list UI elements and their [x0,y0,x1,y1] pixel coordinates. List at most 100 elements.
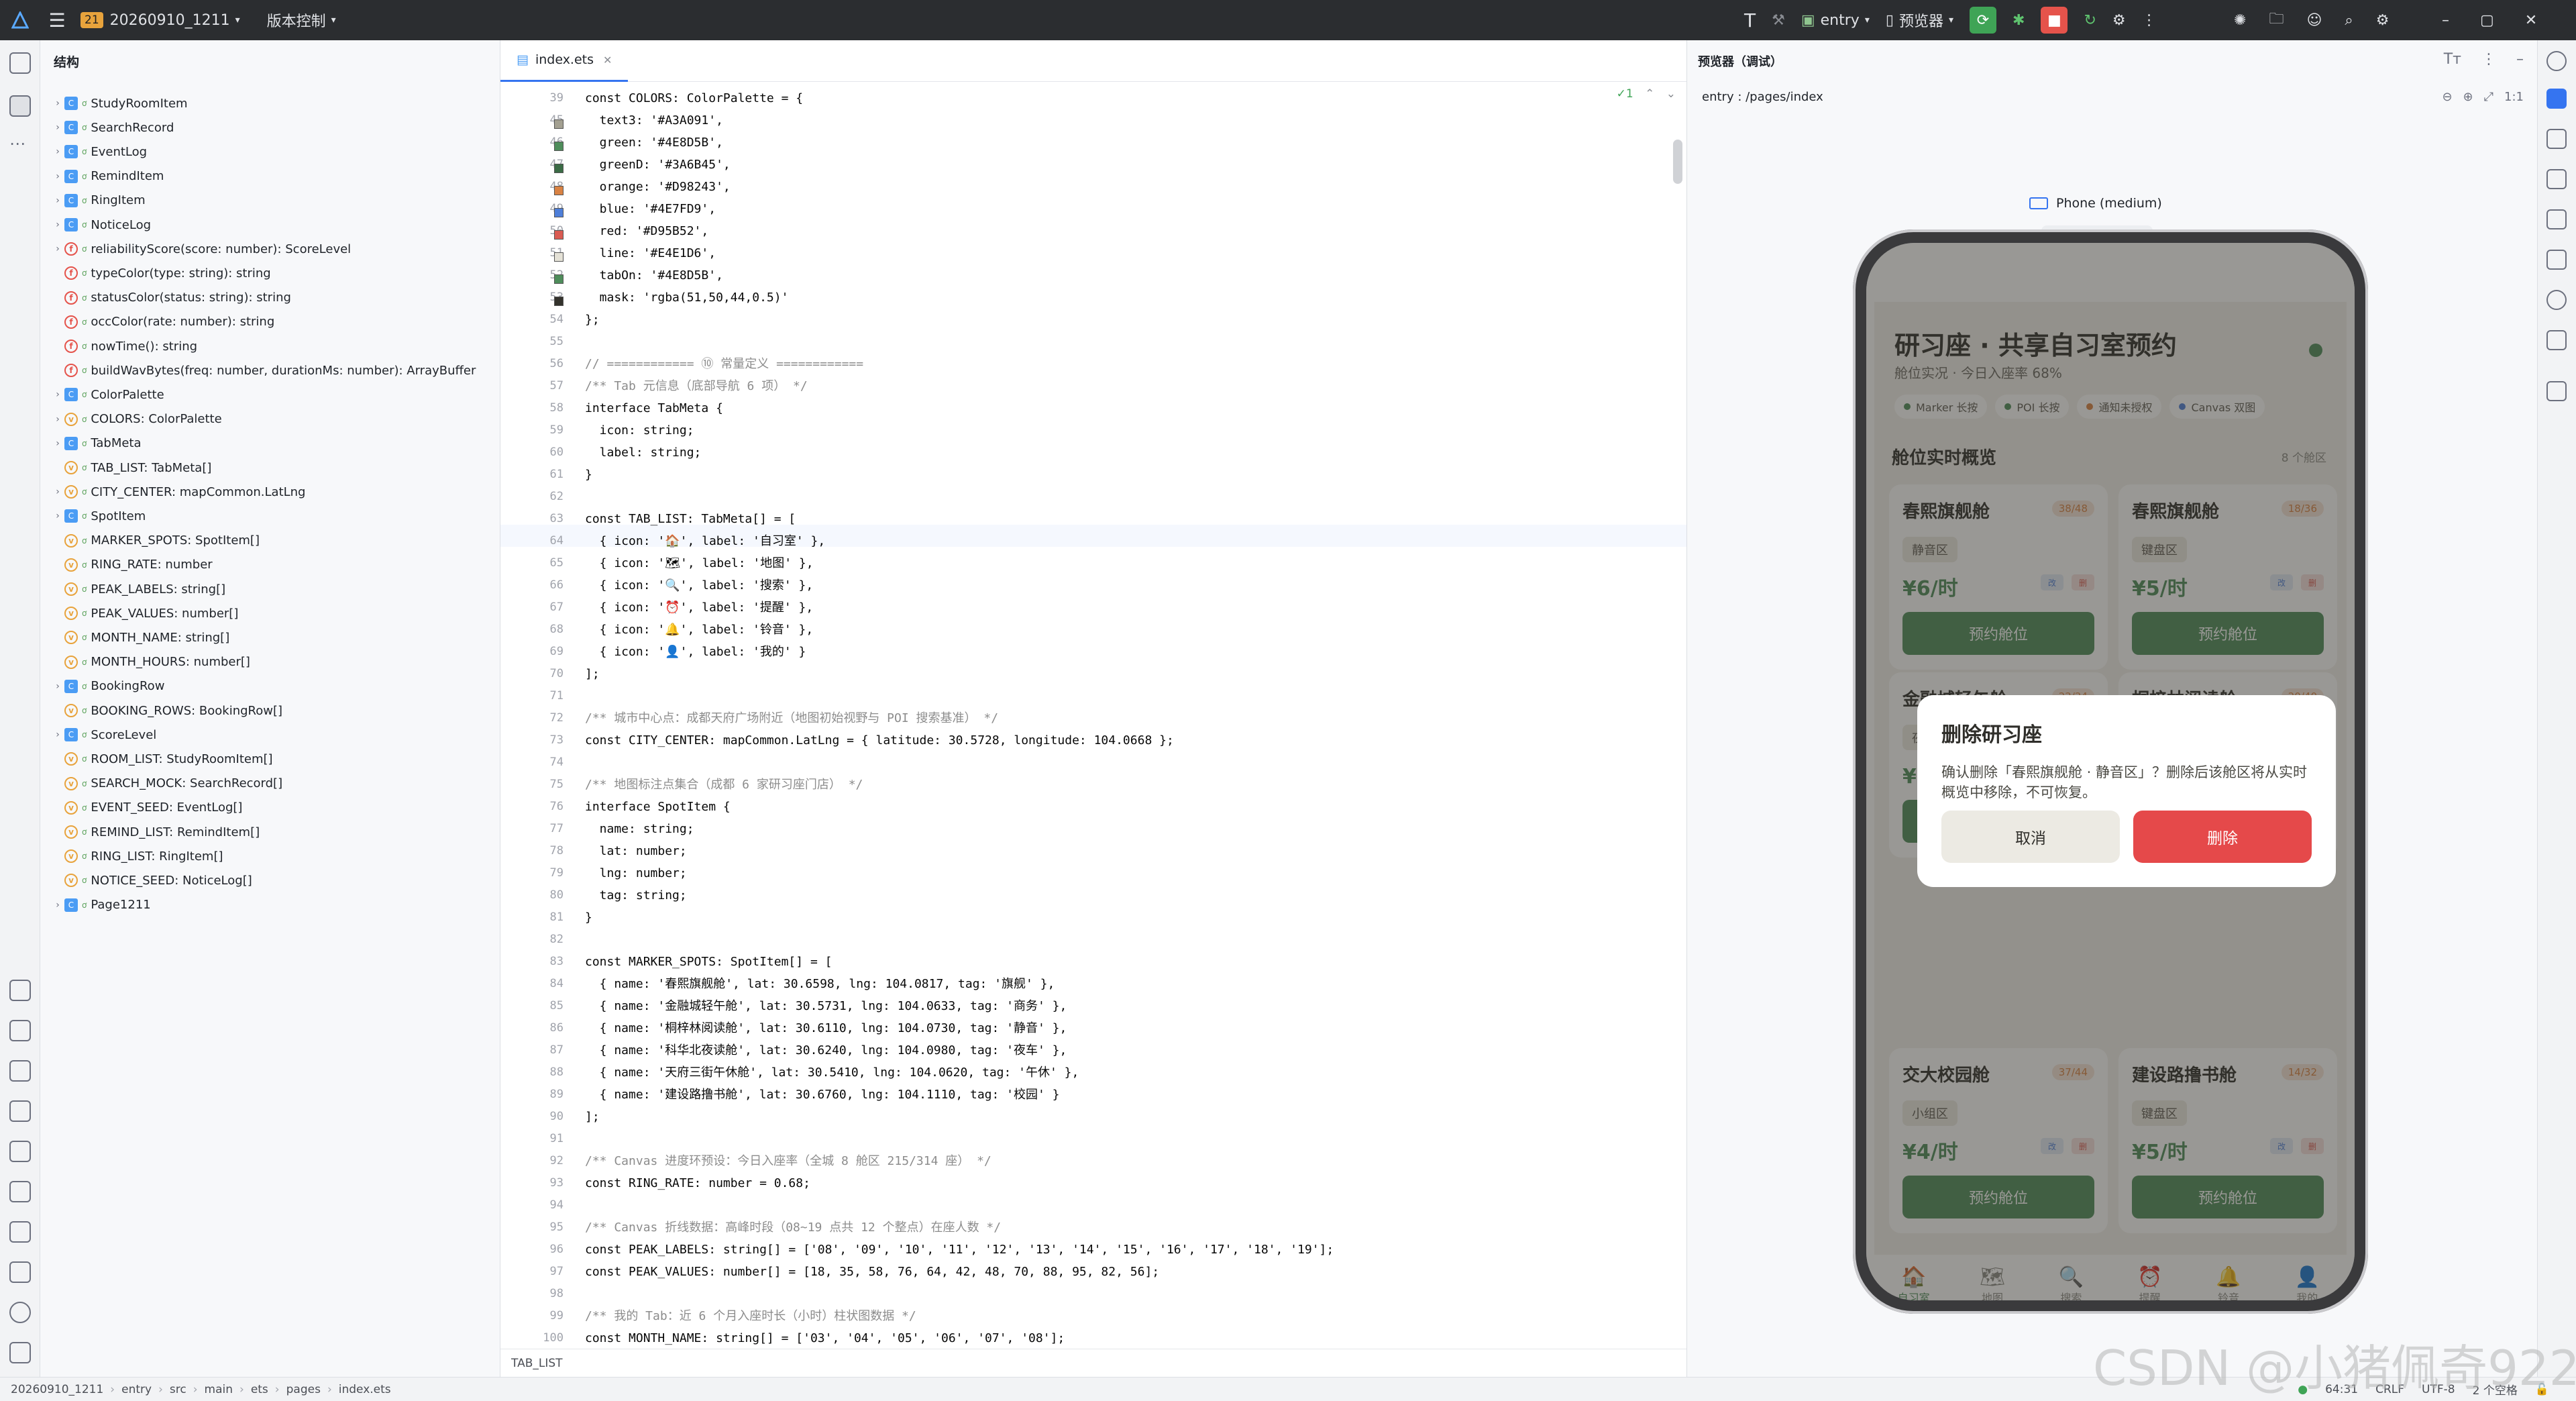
structure-item[interactable]: › Cơ RingItem [51,189,145,213]
text-tool-icon[interactable]: T [1744,9,1756,32]
structure-item[interactable]: › Cơ ColorPalette [51,382,164,407]
code-line[interactable]: // ============ ⑩ 常量定义 ============ [585,353,863,375]
structure-item[interactable]: › Cơ Page1211 [51,893,151,917]
code-line[interactable]: { icon: '🏠', label: '自习室' }, [585,530,826,552]
project-folder-icon[interactable] [9,52,31,74]
chevron-right-icon[interactable]: › [51,389,64,400]
structure-item[interactable]: › Cơ SpotItem [51,504,146,528]
maximize-icon[interactable]: ▢ [2480,12,2494,29]
structure-item[interactable]: › Cơ StudyRoomItem [51,91,187,115]
breadcrumb-item[interactable]: entry [121,1383,152,1396]
chevron-down-icon[interactable]: ⌄ [1666,87,1676,101]
code-line[interactable]: { icon: '⏰', label: '提醒' }, [585,596,814,619]
chevron-right-icon[interactable]: › [51,729,64,740]
structure-item[interactable]: › Cơ NoticeLog [51,213,151,237]
structure-item[interactable]: › Cơ ScoreLevel [51,723,156,747]
code-line[interactable]: const MONTH_NAME: string[] = ['03', '04'… [585,1327,1065,1349]
breadcrumb-item[interactable]: src [170,1383,186,1396]
code-line[interactable]: orange: '#D98243', [585,176,731,198]
breadcrumb-item[interactable]: 20260910_1211 [11,1383,103,1396]
structure-item[interactable]: v ơ RING_LIST: RingItem[] [51,844,223,868]
code-line[interactable]: { name: '桐梓林阅读舱', lat: 30.6110, lng: 104… [585,1017,1067,1039]
editor-scrollbar[interactable] [1673,140,1682,184]
structure-icon[interactable] [9,95,31,117]
code-line[interactable]: const RING_RATE: number = 0.68; [585,1172,810,1194]
terminal-icon[interactable] [9,1261,31,1283]
code-line[interactable]: { icon: '🔍', label: '搜索' }, [585,574,814,596]
chevron-right-icon[interactable]: › [51,414,64,425]
color-swatch-icon[interactable] [554,230,564,240]
structure-item[interactable]: v ơ EVENT_SEED: EventLog[] [51,796,242,820]
code-line[interactable]: interface SpotItem { [585,796,731,818]
code-line[interactable]: { name: '天府三街午休舱', lat: 30.5410, lng: 10… [585,1061,1079,1084]
code-line[interactable]: const TAB_LIST: TabMeta[] = [ [585,508,796,530]
profiler-tool-icon[interactable] [9,1181,31,1202]
code-line[interactable]: green: '#4E8D5B', [585,132,723,154]
profiler-icon[interactable]: ⚙ [2112,12,2126,29]
code-line[interactable]: /** Tab 元信息（底部导航 6 项） */ [585,375,808,397]
device-name[interactable]: Phone (medium) [2029,196,2162,211]
code-line[interactable]: { name: '金融城轻午舱', lat: 30.5731, lng: 104… [585,995,1067,1017]
chevron-right-icon[interactable]: › [51,195,64,206]
code-line[interactable]: }; [585,309,600,331]
editor-tab-index-ets[interactable]: ▤ index.ets ✕ [500,40,629,82]
editor-breadcrumb-label[interactable]: TAB_LIST [511,1357,563,1370]
stop-icon[interactable]: ■ [2041,7,2068,34]
structure-item[interactable]: f ơ buildWavBytes(freq: number, durationMs… [51,358,476,382]
structure-item[interactable]: f ơ occColor(rate: number): string [51,310,274,334]
structure-item[interactable]: › Cơ TabMeta [51,431,141,456]
settings-gear-icon[interactable]: ⚙ [2376,12,2390,29]
todo-icon[interactable] [9,1020,31,1041]
folder-icon[interactable]: 🗀 [2269,7,2284,33]
problems-icon[interactable] [9,1060,31,1082]
notifications-bell-icon[interactable] [2546,51,2567,71]
phone-tool-icon[interactable] [2546,381,2567,401]
structure-item[interactable]: v ơ PEAK_VALUES: number[] [51,601,238,625]
build-icon[interactable] [9,1141,31,1162]
main-menu-icon[interactable]: ☰ [40,9,74,32]
code-line[interactable]: ]; [585,1106,600,1128]
chevron-right-icon[interactable]: › [51,438,64,449]
structure-item[interactable]: › v ơ COLORS: ColorPalette [51,407,222,431]
structure-item[interactable]: v ơ BOOKING_ROWS: BookingRow[] [51,698,282,723]
code-line[interactable]: greenD: '#3A6B45', [585,154,731,176]
chevron-right-icon[interactable]: › [51,98,64,109]
code-line[interactable]: const MARKER_SPOTS: SpotItem[] = [ [585,951,832,973]
run-icon[interactable]: ⟳ [1970,7,1996,34]
api-icon[interactable] [2546,250,2567,270]
breadcrumb-item[interactable]: ets [251,1383,268,1396]
git-icon[interactable] [9,1342,31,1363]
code-line[interactable]: const COLORS: ColorPalette = { [585,87,803,109]
color-swatch-icon[interactable] [554,252,564,262]
structure-item[interactable]: v ơ MONTH_HOURS: number[] [51,650,250,674]
inspector-icon[interactable] [2546,169,2567,189]
code-line[interactable]: red: '#D95B52', [585,220,709,242]
structure-item[interactable]: v ơ TAB_LIST: TabMeta[] [51,456,211,480]
minimize-panel-icon[interactable]: – [2516,51,2524,68]
structure-item[interactable]: v ơ SEARCH_MOCK: SearchRecord[] [51,772,282,796]
dialog-delete-button[interactable]: 删除 [2133,811,2312,863]
color-swatch-icon[interactable] [554,297,564,306]
code-line[interactable]: text3: '#A3A091', [585,109,723,132]
structure-item[interactable]: v ơ MARKER_SPOTS: SpotItem[] [51,529,260,553]
code-line[interactable]: blue: '#4E7FD9', [585,198,716,220]
color-swatch-icon[interactable] [554,274,564,284]
chevron-right-icon[interactable]: › [51,511,64,521]
previewer-tool-icon[interactable] [2546,89,2567,109]
code-line[interactable]: tag: string; [585,884,687,906]
code-line[interactable]: /** 城市中心点：成都天府广场附近（地图初始视野与 POI 搜索基准） */ [585,707,998,729]
code-line[interactable]: /** 我的 Tab：近 6 个月入座时长（小时）柱状图数据 */ [585,1305,916,1327]
chevron-right-icon[interactable]: › [51,486,64,497]
eye-icon[interactable] [2546,290,2567,310]
services-icon[interactable] [9,1100,31,1122]
structure-item[interactable]: v ơ ROOM_LIST: StudyRoomItem[] [51,747,273,771]
structure-item[interactable]: f ơ statusColor(status: string): string [51,286,291,310]
vcs-menu[interactable]: 版本控制 [267,9,326,31]
code-line[interactable]: const PEAK_LABELS: string[] = ['08', '09… [585,1239,1334,1261]
chevron-right-icon[interactable]: › [51,219,64,230]
code-line[interactable]: label: string; [585,442,702,464]
color-swatch-icon[interactable] [554,208,564,217]
breadcrumb-item[interactable]: pages [286,1383,321,1396]
plugin-icon[interactable]: ✺ [2234,12,2246,29]
structure-item[interactable]: › Cơ EventLog [51,140,147,164]
